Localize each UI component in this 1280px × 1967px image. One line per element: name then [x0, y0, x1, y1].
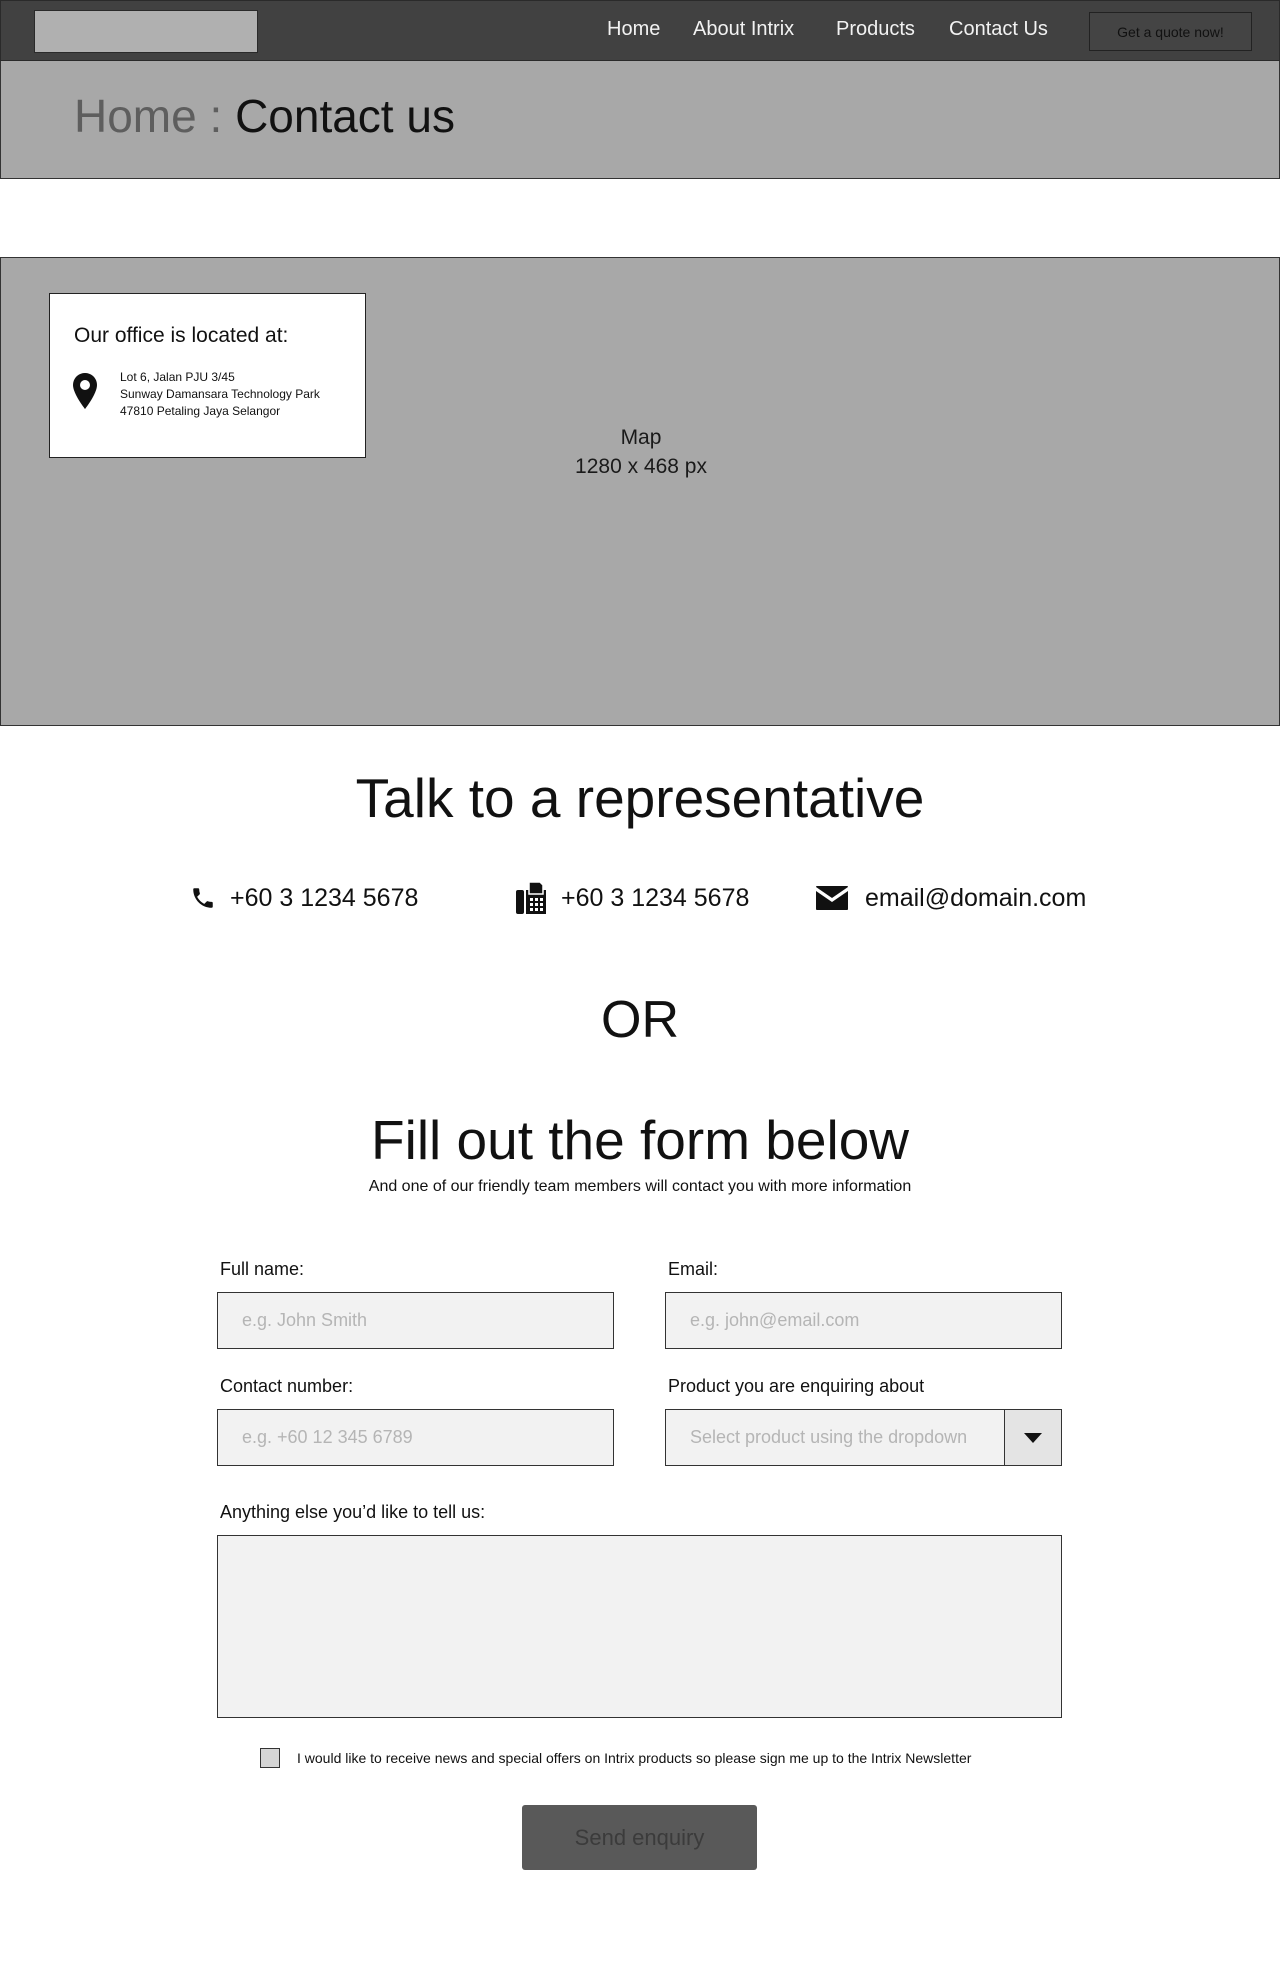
full-name-label: Full name:: [220, 1259, 305, 1279]
form-subtext: And one of our friendly team members wil…: [368, 1178, 912, 1195]
fax-number: +60 3 1234 5678: [561, 883, 750, 912]
nav-link-contact-us[interactable]: Contact Us: [949, 18, 1048, 41]
caret-down-icon: [1024, 1432, 1042, 1443]
email-contact[interactable]: email@domain.com: [815, 880, 1086, 916]
map-size-label: 1280 x 468 px: [575, 455, 707, 478]
page-title: Contact us: [235, 90, 455, 142]
message-label: Anything else you’d like to tell us:: [220, 1502, 486, 1522]
product-select[interactable]: Select product using the dropdown: [665, 1409, 1062, 1466]
top-navbar: Home About Intrix Products Contact Us Ge…: [0, 0, 1280, 61]
product-select-placeholder: Select product using the dropdown: [690, 1427, 968, 1447]
breadcrumb-separator: :: [196, 90, 236, 142]
get-quote-button[interactable]: Get a quote now!: [1089, 12, 1252, 51]
email-address: email@domain.com: [865, 883, 1087, 912]
talk-heading: Talk to a representative: [355, 767, 925, 829]
dropdown-toggle[interactable]: [1004, 1410, 1061, 1465]
breadcrumb-band: Home : Contact us: [0, 61, 1280, 179]
nav-link-about-intrix[interactable]: About Intrix: [693, 18, 794, 41]
office-card-title: Our office is located at:: [74, 324, 289, 347]
map-label: Map: [620, 426, 662, 449]
breadcrumb-home-link[interactable]: Home: [74, 90, 197, 142]
form-heading: Fill out the form below: [371, 1109, 909, 1171]
envelope-icon: [816, 886, 848, 910]
newsletter-label: I would like to receive news and special…: [297, 1750, 972, 1766]
phone-icon: [193, 888, 213, 908]
map-placeholder[interactable]: Our office is located at: Lot 6, Jalan P…: [0, 257, 1280, 726]
newsletter-checkbox[interactable]: [260, 1748, 280, 1768]
contact-number-input[interactable]: [217, 1409, 614, 1466]
phone-contact[interactable]: +60 3 1234 5678: [190, 880, 418, 916]
email-input[interactable]: [665, 1292, 1062, 1349]
nav-link-home[interactable]: Home: [607, 18, 660, 41]
or-divider-text: OR: [601, 991, 679, 1049]
phone-number: +60 3 1234 5678: [230, 883, 419, 912]
send-enquiry-button[interactable]: Send enquiry: [522, 1805, 757, 1870]
contact-number-label: Contact number:: [220, 1376, 354, 1396]
fax-contact[interactable]: +60 3 1234 5678: [515, 880, 749, 916]
fax-icon: [516, 881, 546, 914]
full-name-input[interactable]: [217, 1292, 614, 1349]
nav-link-products[interactable]: Products: [836, 18, 915, 41]
email-label: Email:: [668, 1259, 719, 1279]
breadcrumb: Home : Contact us: [74, 89, 455, 143]
address-line-3: 47810 Petaling Jaya Selangor: [120, 404, 281, 418]
message-textarea[interactable]: [217, 1535, 1062, 1718]
address-line-2: Sunway Damansara Technology Park: [120, 387, 320, 401]
product-label: Product you are enquiring about: [668, 1376, 925, 1396]
logo-placeholder[interactable]: [34, 10, 258, 53]
location-pin-icon: [73, 373, 97, 409]
address-line-1: Lot 6, Jalan PJU 3/45: [120, 370, 235, 384]
